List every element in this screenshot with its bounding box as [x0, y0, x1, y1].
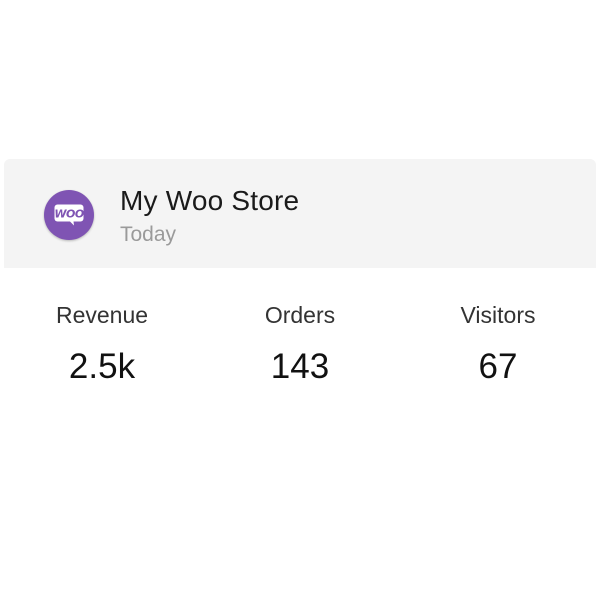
stat-orders[interactable]: Orders 143	[202, 268, 398, 387]
svg-text:WOO: WOO	[54, 208, 83, 221]
store-stats-widget[interactable]: WOO My Woo Store Today Revenue 2.5k Orde…	[4, 159, 596, 408]
stat-value: 143	[270, 347, 330, 386]
stats-period: Today	[120, 223, 177, 246]
stat-value: 2.5k	[68, 347, 136, 386]
stat-value: 67	[478, 347, 518, 386]
widget-header[interactable]: WOO My Woo Store Today	[4, 159, 596, 268]
stat-label: Revenue	[55, 302, 149, 328]
woo-speech-bubble-icon: WOO	[54, 204, 84, 226]
stats-row: Revenue 2.5k Orders 143 Visitors 67	[4, 268, 596, 408]
woocommerce-logo-icon: WOO	[44, 190, 94, 240]
stat-revenue[interactable]: Revenue 2.5k	[4, 268, 200, 387]
store-name: My Woo Store	[120, 185, 300, 216]
stat-label: Visitors	[460, 302, 536, 328]
stat-label: Orders	[264, 302, 336, 328]
stat-visitors[interactable]: Visitors 67	[400, 268, 596, 387]
